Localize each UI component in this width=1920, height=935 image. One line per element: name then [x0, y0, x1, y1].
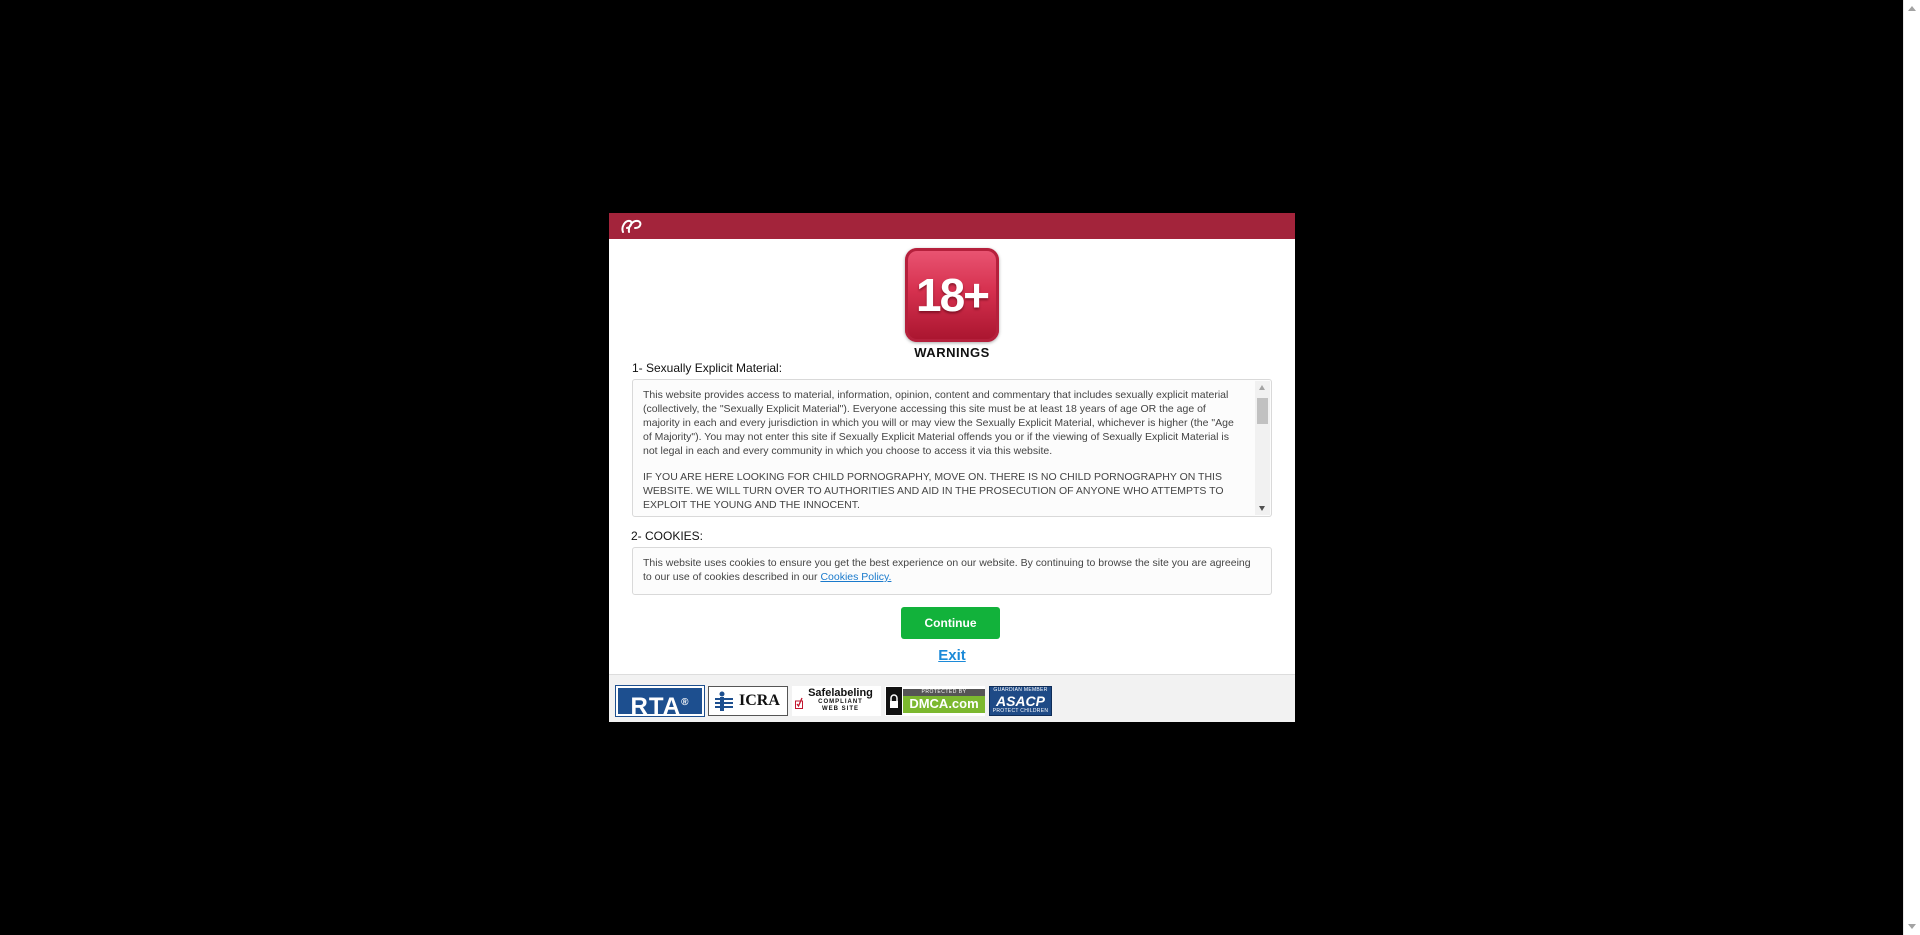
asacp-badge[interactable]: GUARDIAN MEMBER ASACP PROTECT CHILDREN — [989, 686, 1052, 716]
scroll-up-arrow-icon[interactable] — [1259, 385, 1265, 390]
icra-text: ICRA — [739, 692, 780, 709]
scrollbar-thumb[interactable] — [1257, 398, 1268, 424]
cookies-text: This website uses cookies to ensure you … — [643, 557, 1251, 583]
modal-header — [609, 213, 1295, 239]
age-warning-modal: 18+ WARNINGS 1- Sexually Explicit Materi… — [609, 213, 1295, 722]
scroll-up-arrow-icon[interactable] — [1908, 6, 1916, 11]
section-label-explicit: 1- Sexually Explicit Material: — [632, 361, 783, 375]
asacp-text: ASACP — [995, 693, 1045, 709]
dmca-protected-text: PROTECTED BY — [903, 689, 985, 696]
registered-mark: ® — [681, 697, 690, 708]
exit-link[interactable]: Exit — [609, 647, 1295, 664]
dmca-text: DMCA.com — [909, 696, 979, 711]
modal-body: 18+ WARNINGS 1- Sexually Explicit Materi… — [609, 239, 1295, 675]
safelabeling-check-icon — [795, 697, 803, 709]
page-scrollbar[interactable] — [1903, 0, 1920, 935]
warnings-title: WARNINGS — [914, 345, 990, 360]
rta-badge[interactable]: RTA® — [615, 685, 705, 717]
site-logo-icon — [621, 219, 642, 233]
explicit-paragraph: This website provides access to material… — [643, 389, 1234, 457]
explicit-material-textbox[interactable]: This website provides access to material… — [632, 379, 1272, 517]
section-label-cookies: 2- COOKIES: — [631, 529, 704, 543]
safelabeling-badge[interactable]: Safelabeling COMPLIANT WEB SITE — [792, 686, 881, 716]
icra-badge[interactable]: ICRA — [708, 686, 788, 716]
cookies-policy-link[interactable]: Cookies Policy. — [820, 571, 891, 583]
rta-text: RTA — [630, 693, 682, 716]
explicit-paragraph: IF YOU ARE HERE LOOKING FOR CHILD PORNOG… — [643, 471, 1224, 511]
safelabeling-sub2: WEB SITE — [821, 706, 859, 712]
continue-button[interactable]: Continue — [901, 607, 1000, 639]
icra-logo-icon — [715, 691, 733, 711]
safelabeling-text: Safelabeling — [808, 687, 873, 699]
scroll-down-arrow-icon[interactable] — [1908, 924, 1916, 929]
asacp-bottom-text: PROTECT CHILDREN — [992, 708, 1049, 714]
lock-icon — [886, 687, 902, 715]
safelabeling-sub1: COMPLIANT — [818, 699, 863, 705]
scroll-down-arrow-icon[interactable] — [1259, 506, 1265, 511]
textbox-scrollbar[interactable] — [1255, 381, 1270, 515]
dmca-badge[interactable]: PROTECTED BY DMCA.com — [885, 686, 985, 716]
age-18-plus-icon: 18+ — [905, 248, 999, 342]
cookies-textbox: This website uses cookies to ensure you … — [632, 547, 1272, 595]
modal-footer: RTA® ICRA Safelabeling COMPLIANT WEB SIT… — [609, 674, 1295, 722]
